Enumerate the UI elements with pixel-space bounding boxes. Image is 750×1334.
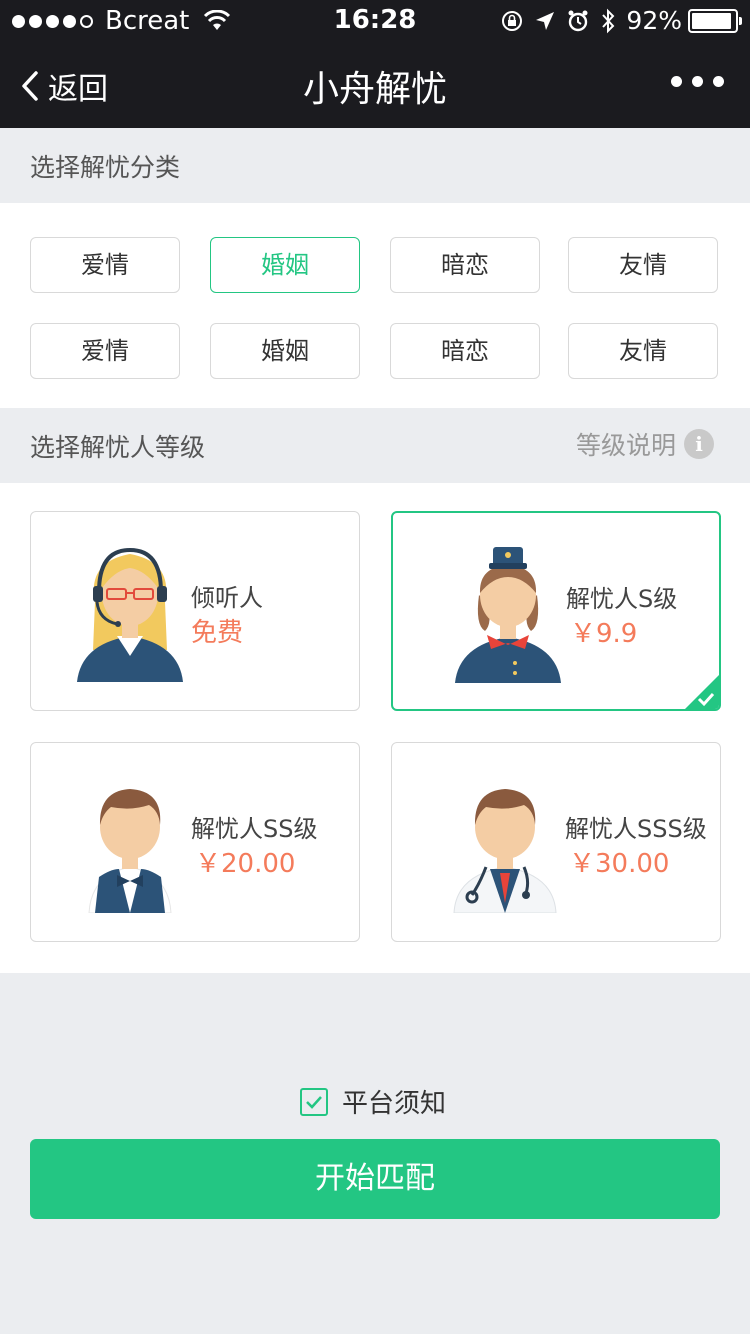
more-menu-button[interactable] [661,76,724,87]
top-bar: Bcreat 16:28 92% 返回 小舟解忧 [0,0,750,128]
location-arrow-icon [536,11,555,30]
bluetooth-icon [602,8,615,33]
level-name: 解忧人S级 [566,585,678,613]
battery-icon [688,8,742,33]
level-panel: 倾听人 免费 解忧人S级 ￥9.9 解忧人SS级 ￥20.00 解忧人SSS级 … [0,483,750,973]
battery-fill [692,12,731,29]
category-tag[interactable]: 爱情 [30,237,180,293]
level-card-ss[interactable]: 解忧人SS级 ￥20.00 [30,742,360,942]
category-tag[interactable]: 爱情 [30,323,180,379]
waiter-avatar-icon [88,789,172,913]
level-card-sss[interactable]: 解忧人SSS级 ￥30.00 [391,742,721,942]
level-price: ￥20.00 [195,849,296,879]
more-dot-icon [692,76,703,87]
more-dot-icon [671,76,682,87]
level-name: 解忧人SS级 [191,815,318,843]
category-tag[interactable]: 友情 [568,323,718,379]
level-section-header: 选择解忧人等级 等级说明 i [0,408,750,483]
rotation-lock-icon [502,10,523,31]
more-dot-icon [713,76,724,87]
battery-percent: 92% [626,6,682,35]
level-price: ￥9.9 [570,619,638,649]
nav-bar: 返回 小舟解忧 [0,40,750,128]
level-card-listener[interactable]: 倾听人 免费 [30,511,360,711]
level-heading: 选择解忧人等级 [30,433,206,462]
level-price: ￥30.00 [569,849,670,879]
agreement-checkbox-row[interactable]: 平台须知 [300,1083,446,1120]
selected-check-corner-icon [685,675,719,709]
alarm-icon [568,10,588,31]
level-card-s[interactable]: 解忧人S级 ￥9.9 [391,511,721,711]
status-right: 92% [490,6,742,35]
category-tag[interactable]: 友情 [568,237,718,293]
level-price: 免费 [191,618,244,648]
stewardess-avatar-icon [455,547,561,683]
check-icon [306,1095,322,1109]
category-section-header: 选择解忧分类 [0,128,750,203]
category-tag[interactable]: 暗恋 [390,237,540,293]
level-help-link[interactable]: 等级说明 i [576,426,714,462]
level-help-label: 等级说明 [575,431,676,460]
status-bar: Bcreat 16:28 92% [0,0,750,40]
doctor-avatar-icon [453,789,557,913]
headset-listener-avatar-icon [77,547,183,682]
agreement-checkbox[interactable] [300,1087,328,1116]
info-icon: i [684,429,714,459]
category-tag[interactable]: 暗恋 [390,323,540,379]
agreement-label: 平台须知 [342,1089,447,1119]
category-heading: 选择解忧分类 [30,153,181,182]
category-panel: 爱情 婚姻 暗恋 友情 爱情 婚姻 暗恋 友情 [0,203,750,408]
category-tag[interactable]: 婚姻 [210,323,360,379]
start-match-button[interactable]: 开始匹配 [30,1139,720,1219]
level-name: 解忧人SSS级 [565,815,707,843]
category-tag-selected[interactable]: 婚姻 [210,237,360,293]
page-title: 小舟解忧 [302,69,447,110]
level-name: 倾听人 [191,584,263,612]
